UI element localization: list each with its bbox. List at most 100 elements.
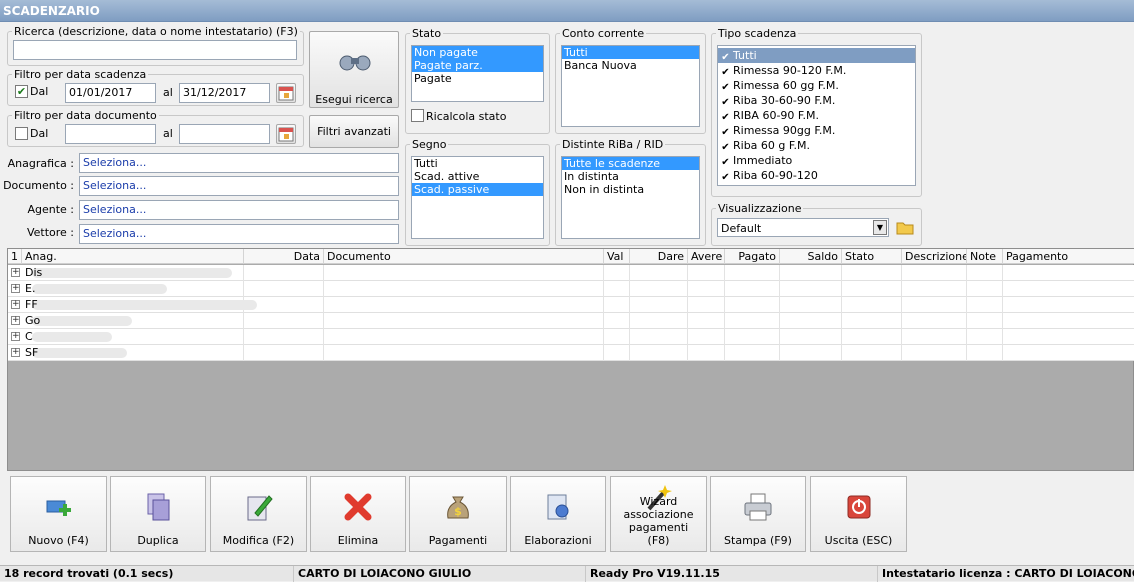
tipo-scadenza-list-item[interactable]: ✔ Tutti bbox=[718, 48, 915, 63]
table-row[interactable]: + SF bbox=[8, 345, 1134, 361]
column-header-saldo[interactable]: Saldo bbox=[780, 249, 842, 264]
checkbox-icon[interactable]: ✔ bbox=[720, 112, 731, 123]
table-row[interactable]: + Go bbox=[8, 313, 1134, 329]
toolbar-button-label: Uscita (ESC) bbox=[824, 534, 893, 547]
column-header-note[interactable]: Note bbox=[967, 249, 1003, 264]
expand-icon[interactable]: + bbox=[11, 268, 20, 277]
column-header-pagato[interactable]: Pagato bbox=[725, 249, 780, 264]
tipo-scadenza-list-item[interactable]: ✔ Rimessa 90gg F.M. bbox=[718, 123, 915, 138]
checkbox-icon[interactable]: ✔ bbox=[720, 97, 731, 108]
table-cell bbox=[967, 329, 1003, 345]
checkbox-icon[interactable]: ✔ bbox=[720, 52, 731, 63]
filtro-scadenza-calendar-button[interactable] bbox=[276, 83, 296, 103]
checkbox-icon[interactable]: ✔ bbox=[720, 142, 731, 153]
tipo-scadenza-list-item[interactable]: ✔ Immediato bbox=[718, 153, 915, 168]
elimina-button[interactable]: Elimina bbox=[310, 476, 406, 552]
filtro-scadenza-al-input[interactable]: 31/12/2017 bbox=[179, 83, 270, 103]
pagamenti-button[interactable]: $ Pagamenti bbox=[409, 476, 507, 552]
column-header-stato[interactable]: Stato bbox=[842, 249, 902, 264]
expand-icon[interactable]: + bbox=[11, 300, 20, 309]
column-header-data[interactable]: Data bbox=[244, 249, 324, 264]
segno-list-item[interactable]: Scad. passive bbox=[412, 183, 543, 196]
scadenze-grid[interactable]: 1 Anag. Data Documento Val Dare Avere Pagato Sal… bbox=[7, 248, 1134, 471]
grid-level-indicator[interactable]: 1 bbox=[8, 249, 22, 264]
filtro-scadenza-dal-input[interactable]: 01/01/2017 bbox=[65, 83, 156, 103]
column-header-anag[interactable]: Anag. bbox=[22, 249, 244, 264]
checkbox-icon[interactable]: ✔ bbox=[720, 172, 731, 183]
tipo-scadenza-list-item[interactable]: ✔ RIBA 60-90 F.M. bbox=[718, 108, 915, 123]
table-cell bbox=[324, 265, 604, 281]
uscita-button[interactable]: Uscita (ESC) bbox=[810, 476, 907, 552]
expand-icon[interactable]: + bbox=[11, 284, 20, 293]
tipo-scadenza-list-item[interactable]: ✔ Riba 60 g F.M. bbox=[718, 138, 915, 153]
table-row[interactable]: + FF bbox=[8, 297, 1134, 313]
svg-text:$: $ bbox=[454, 505, 462, 518]
segno-legend: Segno bbox=[412, 138, 447, 151]
column-header-val[interactable]: Val bbox=[604, 249, 630, 264]
column-header-descrizione[interactable]: Descrizione bbox=[902, 249, 967, 264]
stato-list-item[interactable]: Pagate parz. bbox=[412, 59, 543, 72]
stato-list-item[interactable]: Pagate bbox=[412, 72, 543, 85]
segno-list[interactable]: Tutti Scad. attive Scad. passive bbox=[411, 156, 544, 239]
stampa-button[interactable]: Stampa (F9) bbox=[710, 476, 806, 552]
visualizzazione-select[interactable]: Default ▼ bbox=[717, 218, 889, 237]
ricalcola-stato-checkbox[interactable] bbox=[411, 109, 424, 122]
expand-icon[interactable]: + bbox=[11, 348, 20, 357]
segno-list-item[interactable]: Tutti bbox=[412, 157, 543, 170]
filtro-documento-calendar-button[interactable] bbox=[276, 124, 296, 144]
stato-list-item[interactable]: Non pagate bbox=[412, 46, 543, 59]
filtro-scadenza-checkbox[interactable]: ✔ bbox=[15, 85, 28, 98]
printer-icon bbox=[742, 491, 774, 523]
nuovo-button[interactable]: Nuovo (F4) bbox=[10, 476, 107, 552]
distinte-list[interactable]: Tutte le scadenze In distinta Non in disti… bbox=[561, 156, 700, 239]
agente-input[interactable]: Seleziona... bbox=[79, 200, 399, 220]
duplica-button[interactable]: Duplica bbox=[110, 476, 206, 552]
segno-list-item-label: Tutti bbox=[414, 157, 438, 170]
anagrafica-input[interactable]: Seleziona... bbox=[79, 153, 399, 173]
filtro-documento-al-input[interactable] bbox=[179, 124, 270, 144]
distinte-list-item[interactable]: Tutte le scadenze bbox=[562, 157, 699, 170]
tipo-scadenza-list-item[interactable]: ✔ Riba 30-60-90 F.M. bbox=[718, 93, 915, 108]
expand-icon[interactable]: + bbox=[11, 332, 20, 341]
tipo-scadenza-list-item[interactable]: ✔ Rimessa 60 gg F.M. bbox=[718, 78, 915, 93]
filtro-documento-checkbox[interactable] bbox=[15, 127, 28, 140]
wizard-associazione-pagamenti-button[interactable]: Wizard associazione pagamenti (F8) bbox=[610, 476, 707, 552]
column-header-pagamento[interactable]: Pagamento bbox=[1003, 249, 1134, 264]
segno-list-item[interactable]: Scad. attive bbox=[412, 170, 543, 183]
checkbox-icon[interactable]: ✔ bbox=[720, 82, 731, 93]
redacted-blur bbox=[32, 284, 167, 294]
table-cell bbox=[1003, 265, 1134, 281]
filtro-documento-dal-input[interactable] bbox=[65, 124, 156, 144]
esegui-ricerca-button[interactable]: Esegui ricerca bbox=[309, 31, 399, 108]
column-header-avere[interactable]: Avere bbox=[688, 249, 725, 264]
vettore-input[interactable]: Seleziona... bbox=[79, 224, 399, 244]
elaborazioni-button[interactable]: Elaborazioni bbox=[510, 476, 606, 552]
tipo-scadenza-list-item[interactable]: ✔ Rimessa 90-120 F.M. bbox=[718, 63, 915, 78]
table-row[interactable]: + C bbox=[8, 329, 1134, 345]
folder-button[interactable] bbox=[895, 218, 915, 237]
ricerca-input[interactable] bbox=[13, 40, 297, 60]
documento-input[interactable]: Seleziona... bbox=[79, 176, 399, 196]
table-cell bbox=[725, 265, 780, 281]
distinte-list-item[interactable]: In distinta bbox=[562, 170, 699, 183]
modifica-button[interactable]: Modifica (F2) bbox=[210, 476, 307, 552]
expand-icon[interactable]: + bbox=[11, 316, 20, 325]
table-cell: C bbox=[22, 329, 244, 345]
conto-list-item[interactable]: Tutti bbox=[562, 46, 699, 59]
table-row[interactable]: + Dis bbox=[8, 265, 1134, 281]
conto-list-item[interactable]: Banca Nuova bbox=[562, 59, 699, 72]
table-cell: Go bbox=[22, 313, 244, 329]
checkbox-icon[interactable]: ✔ bbox=[720, 67, 731, 78]
distinte-list-item[interactable]: Non in distinta bbox=[562, 183, 699, 196]
column-header-documento[interactable]: Documento bbox=[324, 249, 604, 264]
checkbox-icon[interactable]: ✔ bbox=[720, 157, 731, 168]
chevron-down-icon[interactable]: ▼ bbox=[873, 220, 887, 235]
checkbox-icon[interactable]: ✔ bbox=[720, 127, 731, 138]
tipo-scadenza-list[interactable]: ✔ Tutti ✔ Rimessa 90-120 F.M. ✔ Rimessa 60 gg… bbox=[717, 45, 916, 186]
filtri-avanzati-button[interactable]: Filtri avanzati bbox=[309, 115, 399, 148]
table-row[interactable]: + E. bbox=[8, 281, 1134, 297]
column-header-dare[interactable]: Dare bbox=[630, 249, 688, 264]
conto-list[interactable]: Tutti Banca Nuova bbox=[561, 45, 700, 127]
tipo-scadenza-list-item[interactable]: ✔ Riba 60-90-120 bbox=[718, 168, 915, 183]
stato-list[interactable]: Non pagate Pagate parz. Pagate bbox=[411, 45, 544, 102]
